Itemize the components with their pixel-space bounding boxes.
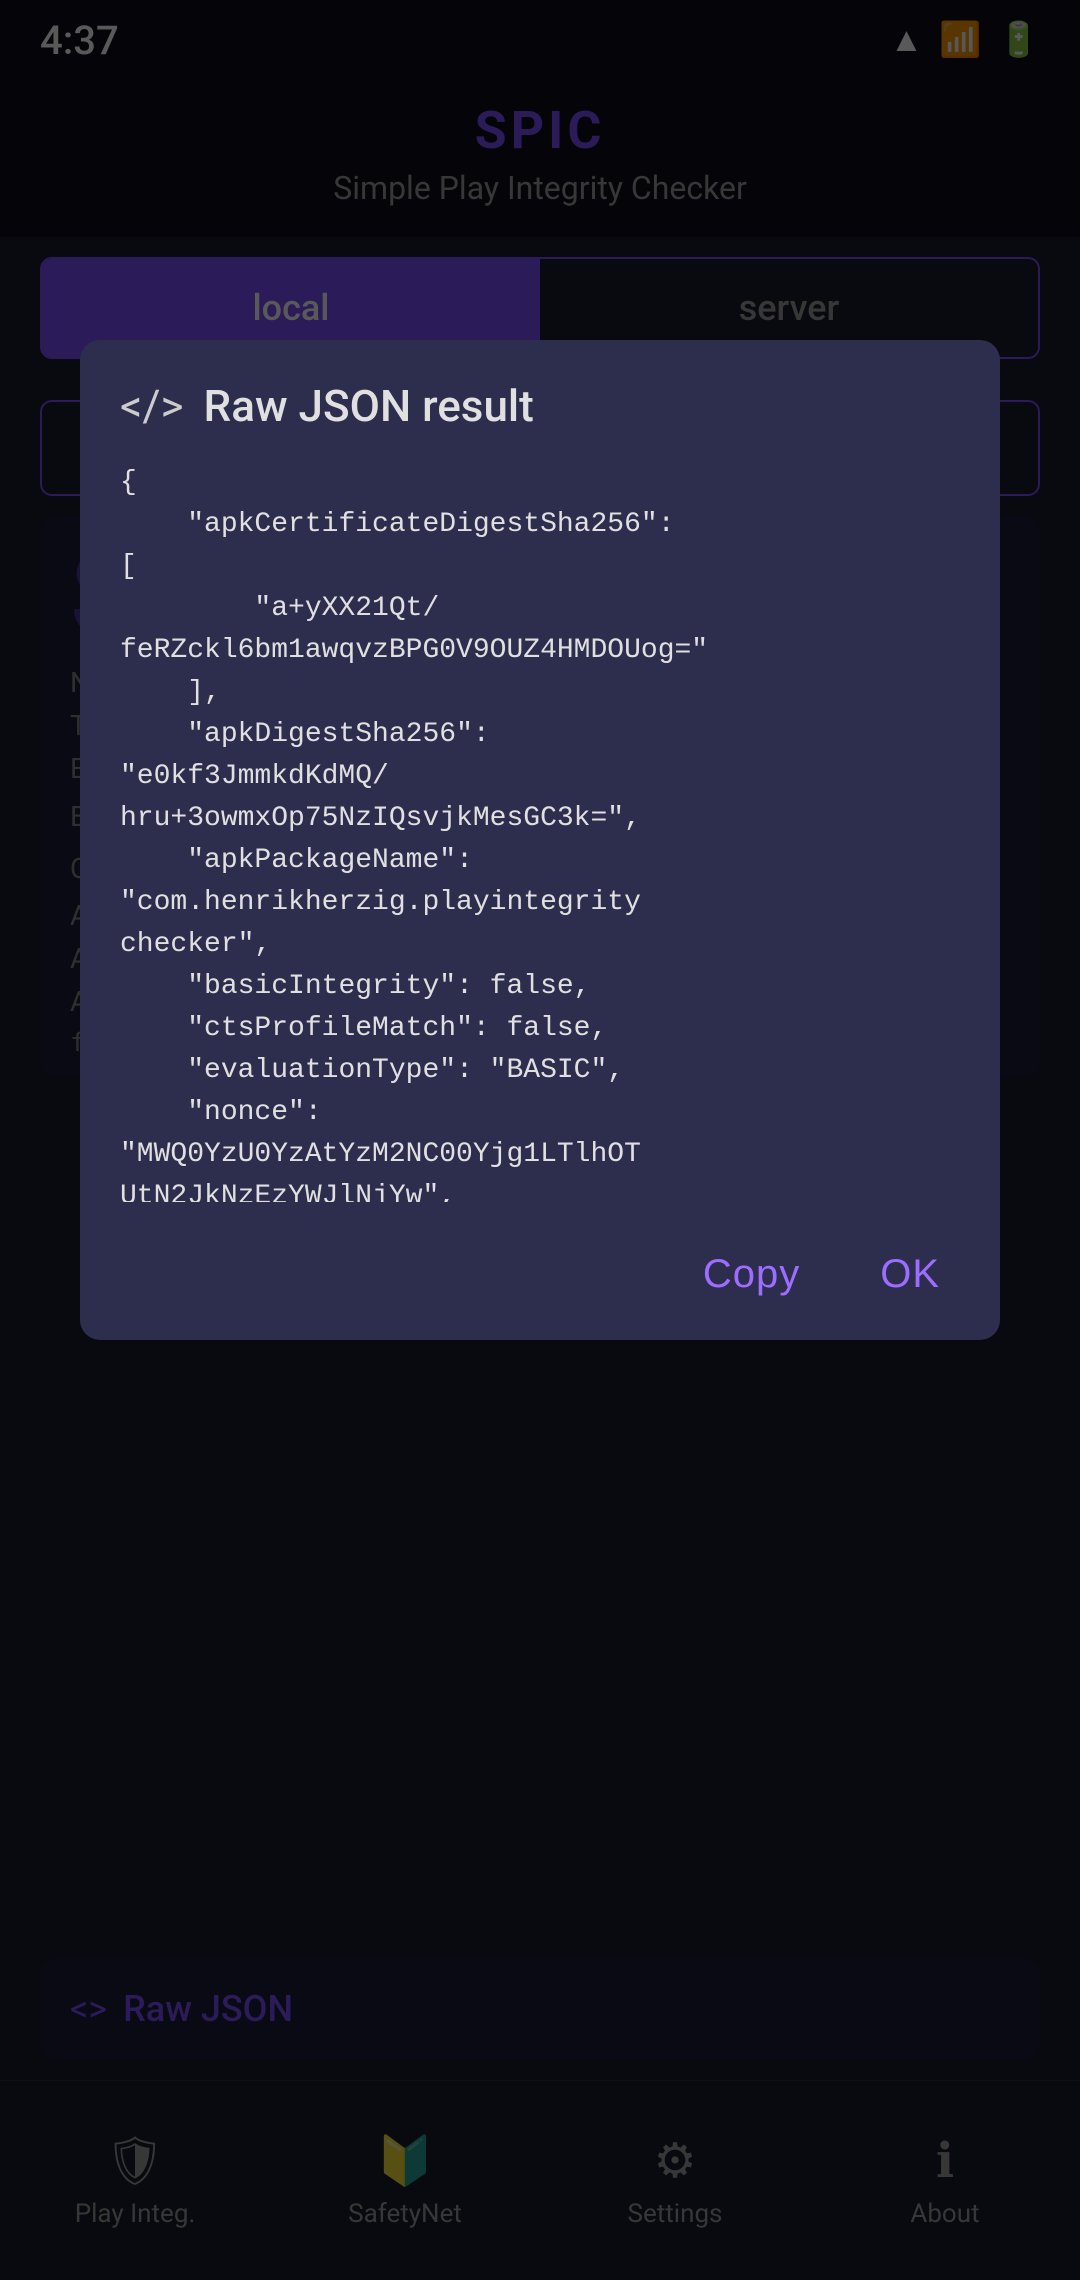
dialog-actions: Copy OK <box>120 1242 960 1307</box>
raw-json-dialog: </> Raw JSON result { "apkCertificateDig… <box>80 340 1000 1340</box>
dialog-code-icon: </> <box>120 380 184 432</box>
ok-button[interactable]: OK <box>860 1242 960 1307</box>
copy-button[interactable]: Copy <box>683 1242 820 1307</box>
dialog-header: </> Raw JSON result <box>120 380 960 432</box>
dialog-title: Raw JSON result <box>204 380 534 432</box>
dialog-content: { "apkCertificateDigestSha256": [ "a+yXX… <box>120 462 960 1202</box>
json-text: { "apkCertificateDigestSha256": [ "a+yXX… <box>120 462 960 1202</box>
